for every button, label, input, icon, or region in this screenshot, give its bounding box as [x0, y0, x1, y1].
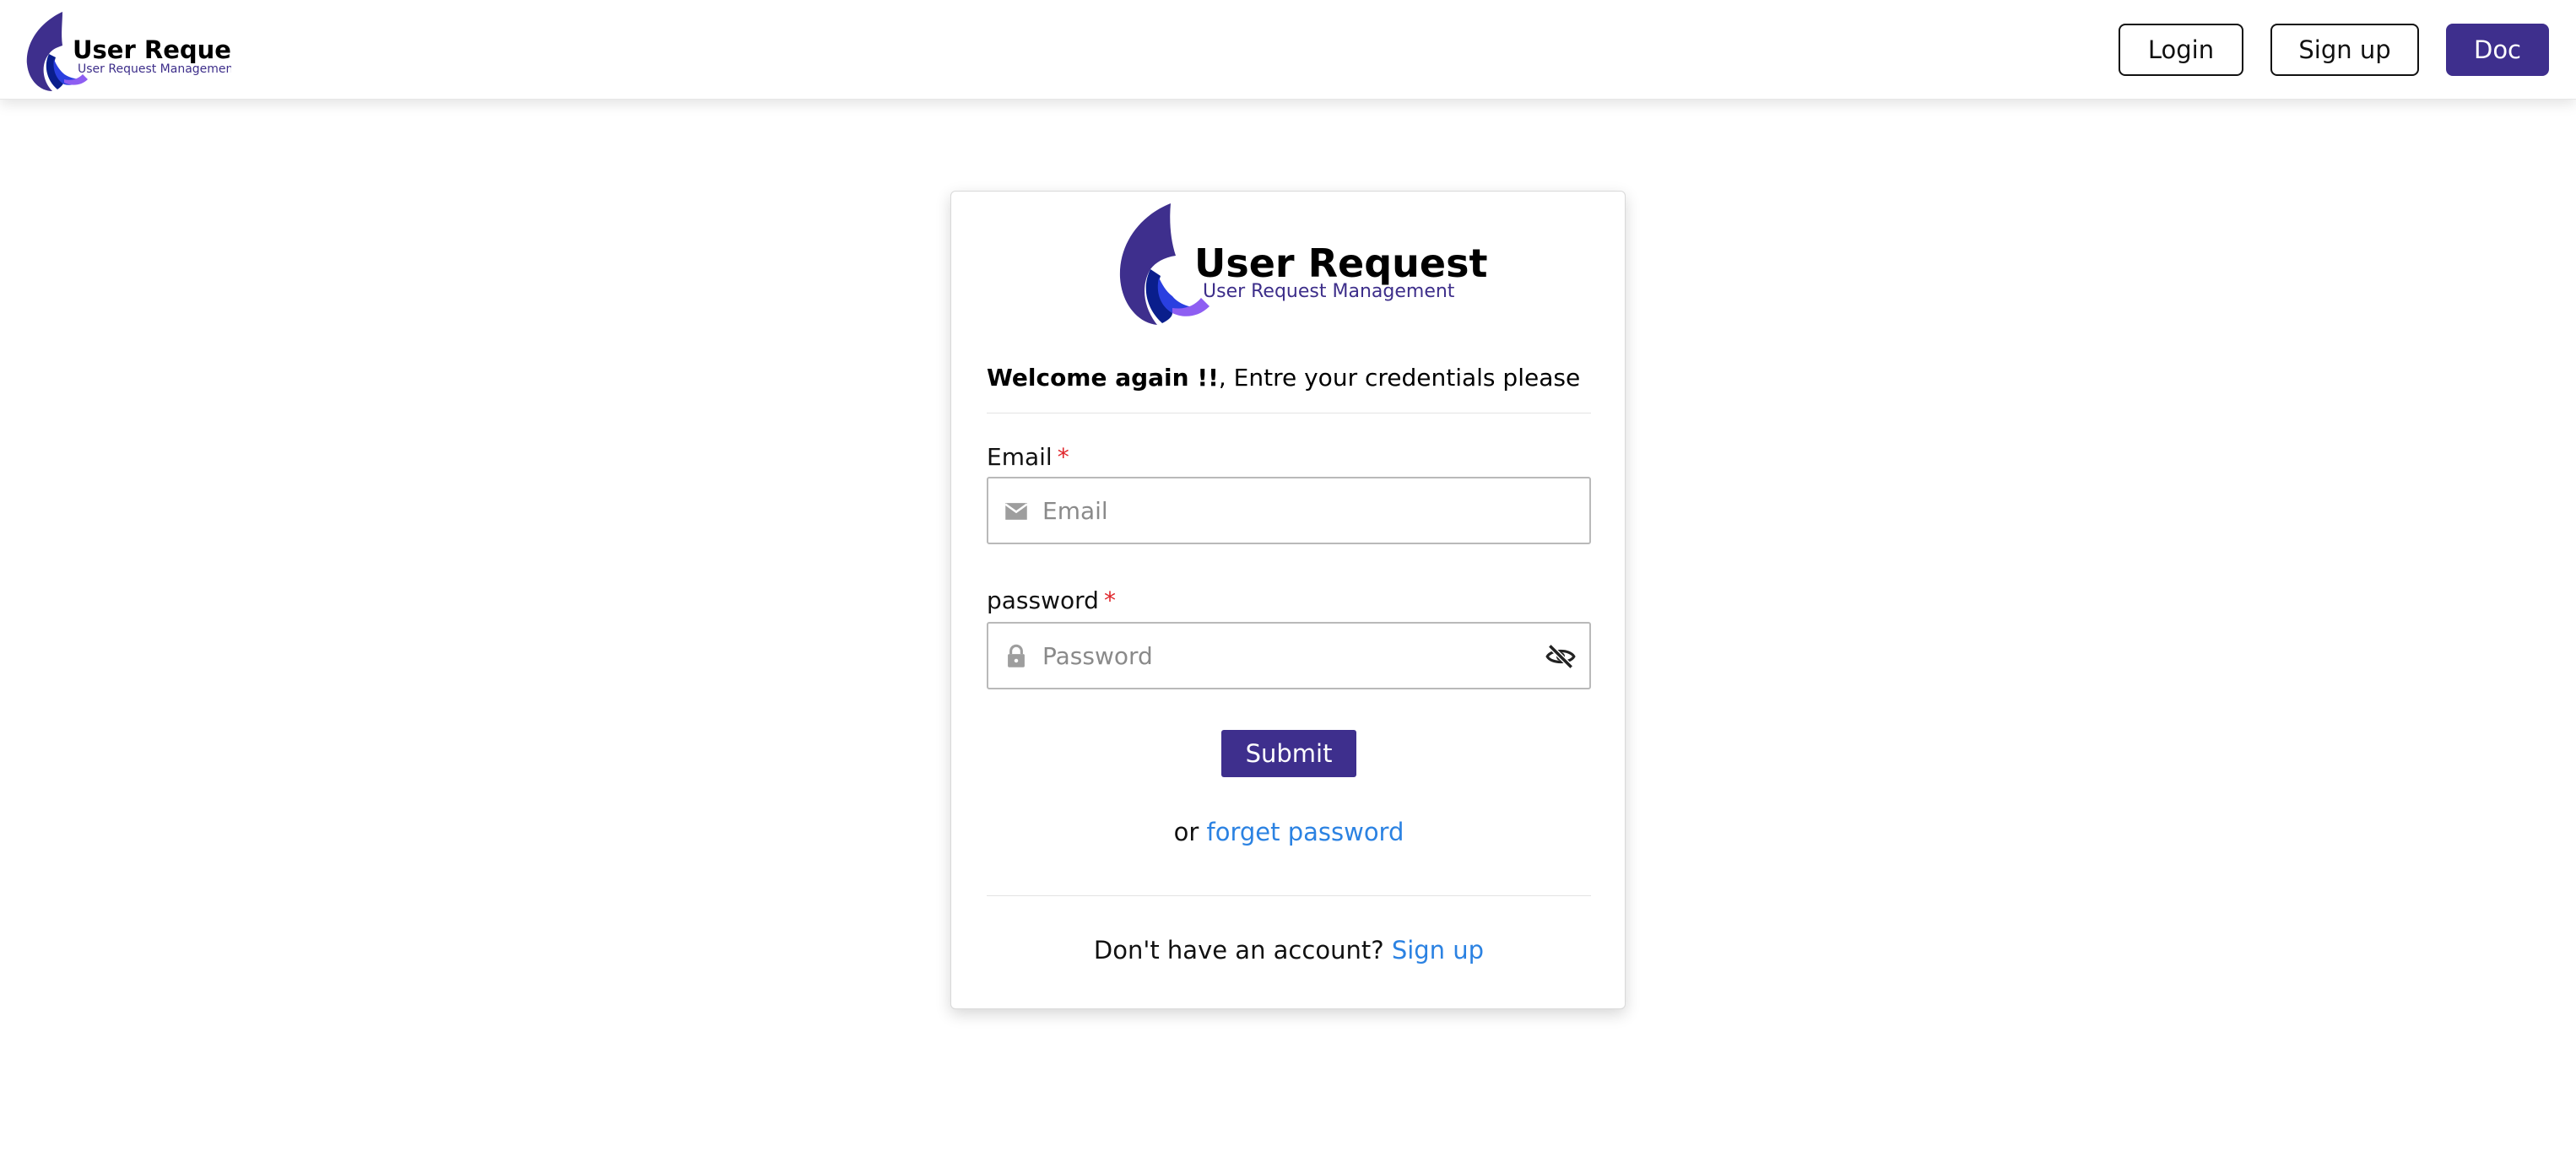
required-mark: *: [1103, 586, 1116, 614]
brand-logo[interactable]: User Request User Request Management: [24, 8, 231, 96]
divider: [987, 895, 1591, 896]
email-label: Email *: [987, 443, 1069, 471]
brand-title: User Request: [73, 35, 231, 64]
email-input[interactable]: [1041, 487, 1530, 534]
welcome-message: Welcome again !!, Entre your credentials…: [987, 364, 1591, 392]
password-input[interactable]: [1041, 632, 1530, 679]
card-brand-subtitle: User Request Management: [1203, 281, 1455, 302]
signup-prompt: Don't have an account?: [1093, 936, 1384, 965]
signup-link[interactable]: Sign up: [1392, 936, 1484, 965]
signup-button[interactable]: Sign up: [2270, 24, 2419, 76]
submit-button[interactable]: Submit: [1221, 730, 1356, 777]
login-button[interactable]: Login: [2119, 24, 2243, 76]
email-label-text: Email: [987, 443, 1053, 471]
doc-button[interactable]: Doc: [2446, 24, 2549, 76]
required-mark: *: [1057, 443, 1069, 471]
password-label-text: password: [987, 586, 1099, 614]
top-navbar: User Request User Request Management Log…: [0, 0, 2576, 100]
card-brand-logo: User Request User Request Management: [1117, 197, 1488, 332]
eye-off-icon[interactable]: [1544, 640, 1578, 673]
brand-subtitle: User Request Management: [78, 62, 231, 76]
password-label: password *: [987, 586, 1116, 614]
welcome-text: , Entre your credentials please: [1218, 364, 1581, 392]
lock-icon: [1008, 644, 1025, 667]
mail-icon: [1004, 503, 1028, 520]
signup-prompt-row: Don't have an account? Sign up: [951, 936, 1626, 965]
email-field[interactable]: [987, 477, 1591, 544]
login-card: User Request User Request Management Wel…: [950, 191, 1626, 1009]
forgot-password-link[interactable]: forget password: [1207, 818, 1404, 846]
forgot-password-row: or forget password: [951, 818, 1626, 846]
password-field[interactable]: [987, 622, 1591, 689]
forgot-prefix: or: [1173, 818, 1199, 846]
card-brand-title: User Request: [1194, 240, 1488, 286]
welcome-bold: Welcome again !!: [987, 364, 1219, 392]
